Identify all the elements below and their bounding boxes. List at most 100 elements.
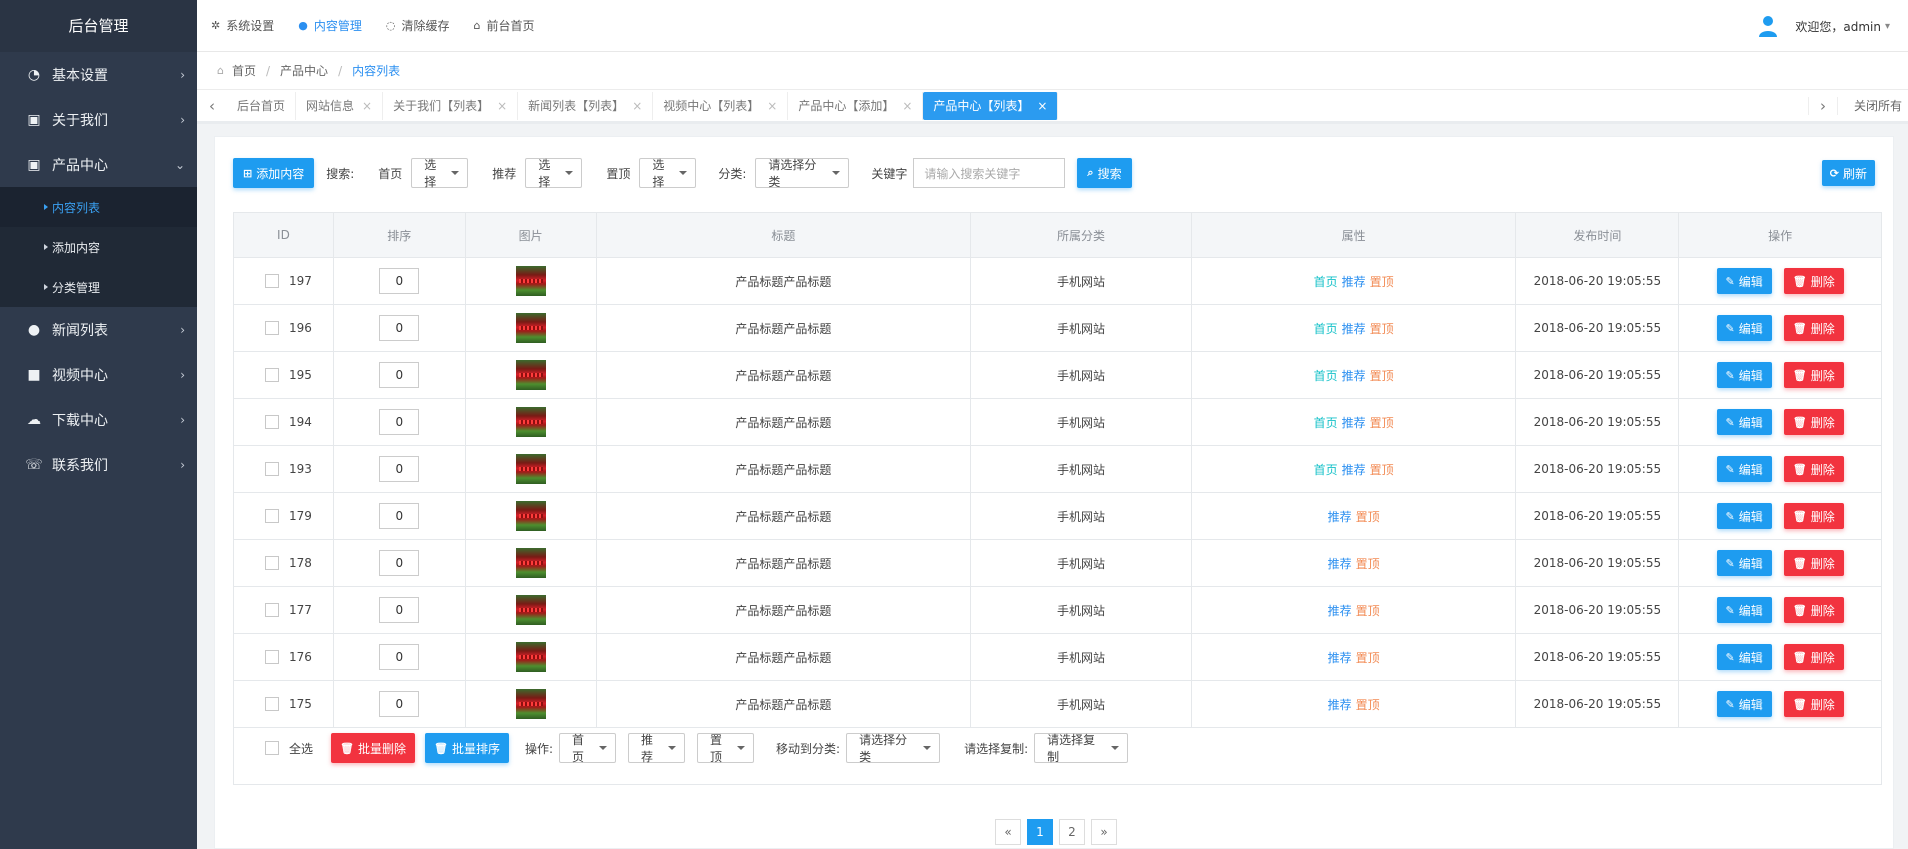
batch-delete-button[interactable]: 🗑 批量删除 bbox=[331, 733, 415, 763]
sidebar-item-4[interactable]: ■ 视频中心 › bbox=[0, 352, 197, 397]
attr-recommend-tag[interactable]: 推荐 bbox=[1328, 696, 1352, 713]
row-checkbox[interactable] bbox=[265, 368, 279, 382]
sidebar-item-3[interactable]: ● 新闻列表 › bbox=[0, 307, 197, 352]
attr-recommend-tag[interactable]: 推荐 bbox=[1328, 602, 1352, 619]
row-checkbox[interactable] bbox=[265, 321, 279, 335]
product-thumbnail[interactable] bbox=[515, 266, 546, 296]
sort-input[interactable]: 0 bbox=[379, 409, 420, 435]
close-all-tabs-button[interactable]: 关闭所有 bbox=[1838, 97, 1908, 114]
attr-home-tag[interactable]: 首页 bbox=[1314, 320, 1338, 337]
sort-input[interactable]: 0 bbox=[379, 315, 420, 341]
top-nav-link-3[interactable]: ⌂ 前台首页 bbox=[473, 17, 534, 34]
attr-recommend-tag[interactable]: 推荐 bbox=[1328, 649, 1352, 666]
row-checkbox[interactable] bbox=[265, 603, 279, 617]
product-thumbnail[interactable] bbox=[515, 548, 546, 578]
tab-3[interactable]: 新闻列表【列表】 × bbox=[518, 91, 654, 120]
category-filter-select[interactable]: 请选择分类 bbox=[755, 158, 850, 189]
home-filter-select[interactable]: 选择 bbox=[411, 158, 469, 189]
tab-4[interactable]: 视频中心【列表】 × bbox=[653, 91, 789, 120]
sort-input[interactable]: 0 bbox=[379, 456, 420, 482]
edit-button[interactable]: ✎ 编辑 bbox=[1716, 409, 1772, 435]
copy-select[interactable]: 请选择复制 bbox=[1034, 733, 1129, 764]
attr-home-tag[interactable]: 首页 bbox=[1314, 461, 1338, 478]
attr-recommend-tag[interactable]: 推荐 bbox=[1342, 414, 1366, 431]
attr-top-tag[interactable]: 置顶 bbox=[1370, 273, 1394, 290]
sort-input[interactable]: 0 bbox=[379, 550, 420, 576]
move-category-select[interactable]: 请选择分类 bbox=[846, 733, 941, 764]
attr-top-tag[interactable]: 置顶 bbox=[1370, 320, 1394, 337]
attr-recommend-tag[interactable]: 推荐 bbox=[1328, 555, 1352, 572]
tab-2[interactable]: 关于我们【列表】 × bbox=[383, 91, 519, 120]
attr-recommend-tag[interactable]: 推荐 bbox=[1342, 367, 1366, 384]
page-button-1[interactable]: 1 bbox=[1027, 819, 1053, 845]
tab-5[interactable]: 产品中心【添加】 × bbox=[788, 91, 924, 120]
delete-button[interactable]: 🗑 删除 bbox=[1783, 409, 1844, 435]
row-checkbox[interactable] bbox=[265, 697, 279, 711]
edit-button[interactable]: ✎ 编辑 bbox=[1716, 644, 1772, 670]
delete-button[interactable]: 🗑 删除 bbox=[1783, 268, 1844, 294]
refresh-button[interactable]: ⟳ 刷新 bbox=[1821, 160, 1875, 186]
add-content-button[interactable]: ⊞ 添加内容 bbox=[233, 158, 315, 188]
attr-top-tag[interactable]: 置顶 bbox=[1356, 602, 1380, 619]
close-icon[interactable]: × bbox=[902, 99, 912, 113]
tab-0[interactable]: 后台首页 bbox=[227, 91, 297, 120]
delete-button[interactable]: 🗑 删除 bbox=[1783, 503, 1844, 529]
search-button[interactable]: ⌕ 搜索 bbox=[1077, 158, 1132, 188]
attr-top-tag[interactable]: 置顶 bbox=[1356, 696, 1380, 713]
edit-button[interactable]: ✎ 编辑 bbox=[1716, 362, 1772, 388]
attr-top-tag[interactable]: 置顶 bbox=[1370, 461, 1394, 478]
close-icon[interactable]: × bbox=[1037, 99, 1047, 113]
row-checkbox[interactable] bbox=[265, 274, 279, 288]
sidebar-item-2[interactable]: ▣ 产品中心 ⌄ bbox=[0, 142, 197, 187]
product-thumbnail[interactable] bbox=[515, 595, 546, 625]
attr-recommend-tag[interactable]: 推荐 bbox=[1342, 273, 1366, 290]
next-page-button[interactable]: » bbox=[1091, 819, 1117, 845]
sort-input[interactable]: 0 bbox=[379, 644, 420, 670]
sort-input[interactable]: 0 bbox=[379, 503, 420, 529]
attr-top-tag[interactable]: 置顶 bbox=[1370, 367, 1394, 384]
delete-button[interactable]: 🗑 删除 bbox=[1783, 550, 1844, 576]
prev-page-button[interactable]: « bbox=[995, 819, 1021, 845]
sort-input[interactable]: 0 bbox=[379, 268, 420, 294]
rec-filter-select[interactable]: 选择 bbox=[525, 158, 583, 189]
edit-button[interactable]: ✎ 编辑 bbox=[1716, 597, 1772, 623]
product-thumbnail[interactable] bbox=[515, 360, 546, 390]
op-home-select[interactable]: 首页 bbox=[559, 733, 617, 764]
attr-home-tag[interactable]: 首页 bbox=[1314, 273, 1338, 290]
edit-button[interactable]: ✎ 编辑 bbox=[1716, 268, 1772, 294]
op-rec-select[interactable]: 推荐 bbox=[628, 733, 686, 764]
edit-button[interactable]: ✎ 编辑 bbox=[1716, 550, 1772, 576]
delete-button[interactable]: 🗑 删除 bbox=[1783, 644, 1844, 670]
sidebar-item-1[interactable]: ▣ 关于我们 › bbox=[0, 97, 197, 142]
delete-button[interactable]: 🗑 删除 bbox=[1783, 315, 1844, 341]
edit-button[interactable]: ✎ 编辑 bbox=[1716, 503, 1772, 529]
top-nav-link-2[interactable]: ◌ 清除缓存 bbox=[386, 17, 450, 34]
chevron-right-icon[interactable]: › bbox=[1807, 96, 1838, 115]
user-menu[interactable]: 欢迎您，admin ▾ bbox=[1757, 0, 1890, 52]
attr-recommend-tag[interactable]: 推荐 bbox=[1328, 508, 1352, 525]
attr-top-tag[interactable]: 置顶 bbox=[1370, 414, 1394, 431]
delete-button[interactable]: 🗑 删除 bbox=[1783, 597, 1844, 623]
edit-button[interactable]: ✎ 编辑 bbox=[1716, 456, 1772, 482]
close-icon[interactable]: × bbox=[362, 99, 372, 113]
row-checkbox[interactable] bbox=[265, 415, 279, 429]
product-thumbnail[interactable] bbox=[515, 454, 546, 484]
select-all-checkbox[interactable] bbox=[265, 741, 279, 755]
row-checkbox[interactable] bbox=[265, 556, 279, 570]
attr-home-tag[interactable]: 首页 bbox=[1314, 367, 1338, 384]
close-icon[interactable]: × bbox=[497, 99, 507, 113]
attr-recommend-tag[interactable]: 推荐 bbox=[1342, 320, 1366, 337]
row-checkbox[interactable] bbox=[265, 650, 279, 664]
breadcrumb-home[interactable]: 首页 bbox=[232, 62, 256, 79]
delete-button[interactable]: 🗑 删除 bbox=[1783, 362, 1844, 388]
product-thumbnail[interactable] bbox=[515, 642, 546, 672]
sidebar-subitem-1[interactable]: 添加内容 bbox=[0, 227, 197, 267]
row-checkbox[interactable] bbox=[265, 462, 279, 476]
sort-input[interactable]: 0 bbox=[379, 597, 420, 623]
tab-6[interactable]: 产品中心【列表】 × bbox=[923, 91, 1059, 120]
edit-button[interactable]: ✎ 编辑 bbox=[1716, 315, 1772, 341]
attr-top-tag[interactable]: 置顶 bbox=[1356, 649, 1380, 666]
sidebar-item-6[interactable]: ☏ 联系我们 › bbox=[0, 442, 197, 487]
close-icon[interactable]: × bbox=[632, 99, 642, 113]
top-nav-link-0[interactable]: ✲ 系统设置 bbox=[211, 17, 274, 34]
